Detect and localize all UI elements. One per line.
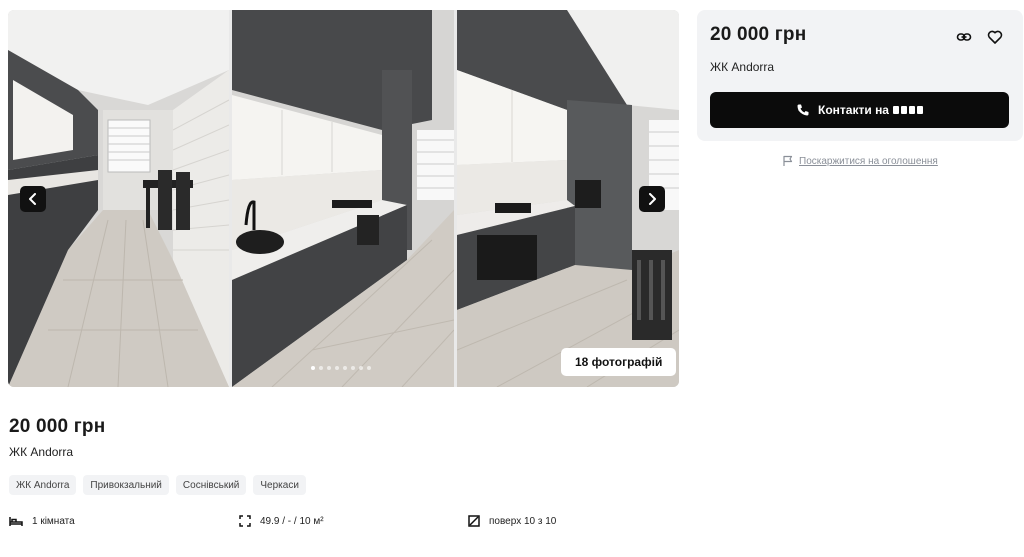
feature-area: 49.9 / - / 10 м²	[239, 515, 324, 527]
pagination-dot[interactable]	[351, 366, 355, 370]
tag-city[interactable]: Черкаси	[253, 475, 306, 495]
bed-icon	[9, 515, 23, 527]
gallery-prev-button[interactable]	[20, 186, 46, 212]
contacts-button-label: Контакти на	[818, 103, 889, 117]
pagination-dot[interactable]	[319, 366, 323, 370]
heart-icon	[987, 30, 1003, 44]
card-complex-name: ЖК Andorra	[710, 60, 775, 74]
pagination-dot[interactable]	[327, 366, 331, 370]
phone-icon	[796, 103, 810, 117]
photo-count-button[interactable]: 18 фотографій	[561, 348, 677, 376]
tag-district[interactable]: Привокзальний	[83, 475, 169, 495]
copy-link-button[interactable]	[954, 27, 974, 47]
listing-price: 20 000 грн	[9, 416, 106, 437]
pagination-dot[interactable]	[367, 366, 371, 370]
tag-area[interactable]: Соснівський	[175, 475, 247, 495]
pagination-dot[interactable]	[335, 366, 339, 370]
pagination-dot[interactable]	[359, 366, 363, 370]
feature-floor-label: поверх 10 з 10	[489, 515, 557, 527]
feature-rooms: 1 кімната	[9, 515, 75, 527]
pagination-dot[interactable]	[343, 366, 347, 370]
feature-floor: поверх 10 з 10	[468, 515, 556, 527]
link-icon	[956, 33, 972, 41]
floor-icon	[468, 515, 480, 527]
listing-complex-name: ЖК Andorra	[9, 445, 74, 459]
gallery-next-button[interactable]	[639, 186, 665, 212]
report-listing-label: Поскаржитися на оголошення	[799, 155, 938, 167]
price-contact-card: 20 000 грн ЖК Andorra Контакти на	[697, 10, 1023, 141]
feature-rooms-label: 1 кімната	[32, 515, 75, 527]
card-price: 20 000 грн	[710, 24, 807, 45]
favorite-button[interactable]	[985, 27, 1005, 47]
feature-area-label: 49.9 / - / 10 м²	[260, 515, 324, 527]
chevron-right-icon	[649, 193, 656, 205]
photo-gallery[interactable]: 18 фотографій	[8, 10, 679, 387]
location-tags: ЖК Andorra Привокзальний Соснівський Чер…	[9, 475, 306, 495]
tag-complex[interactable]: ЖК Andorra	[9, 475, 77, 495]
gallery-pagination-dots	[311, 366, 371, 370]
report-listing-link[interactable]: Поскаржитися на оголошення	[782, 155, 938, 167]
contacts-button[interactable]: Контакти на	[710, 92, 1009, 128]
masked-platform-name	[892, 106, 923, 114]
pagination-dot[interactable]	[311, 366, 315, 370]
area-icon	[239, 515, 251, 527]
chevron-left-icon	[29, 193, 36, 205]
gallery-photo-2[interactable]	[232, 10, 454, 387]
flag-icon	[782, 155, 794, 167]
